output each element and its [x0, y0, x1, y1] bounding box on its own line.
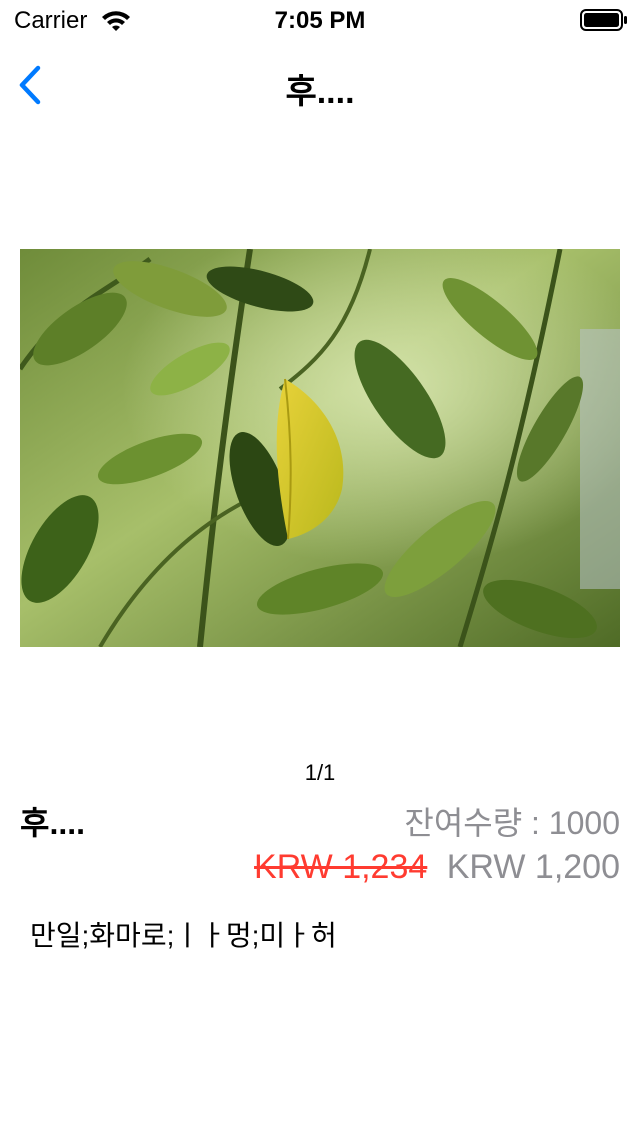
- product-image[interactable]: [20, 249, 620, 647]
- product-name: 후....: [20, 805, 86, 841]
- price-row: KRW 1,234 KRW 1,200: [254, 848, 620, 887]
- original-price: KRW 1,234: [254, 848, 428, 886]
- sale-price: KRW 1,200: [446, 848, 620, 886]
- product-description: 만일;화마로;ㅣㅏ멍;미ㅏ허: [30, 920, 337, 951]
- stock-quantity: 잔여수량 : 1000: [404, 805, 620, 841]
- page-indicator: 1/1: [304, 760, 336, 785]
- chevron-left-icon: [19, 65, 41, 105]
- leaf-photo: [20, 249, 620, 647]
- status-time: 7:05 PM: [274, 7, 366, 34]
- back-button[interactable]: [10, 60, 54, 110]
- navigation-bar: 후....: [0, 40, 640, 128]
- status-bar: Carrier 7:05 PM: [0, 0, 640, 40]
- nav-title: 후....: [285, 73, 355, 111]
- battery-icon: [580, 9, 627, 31]
